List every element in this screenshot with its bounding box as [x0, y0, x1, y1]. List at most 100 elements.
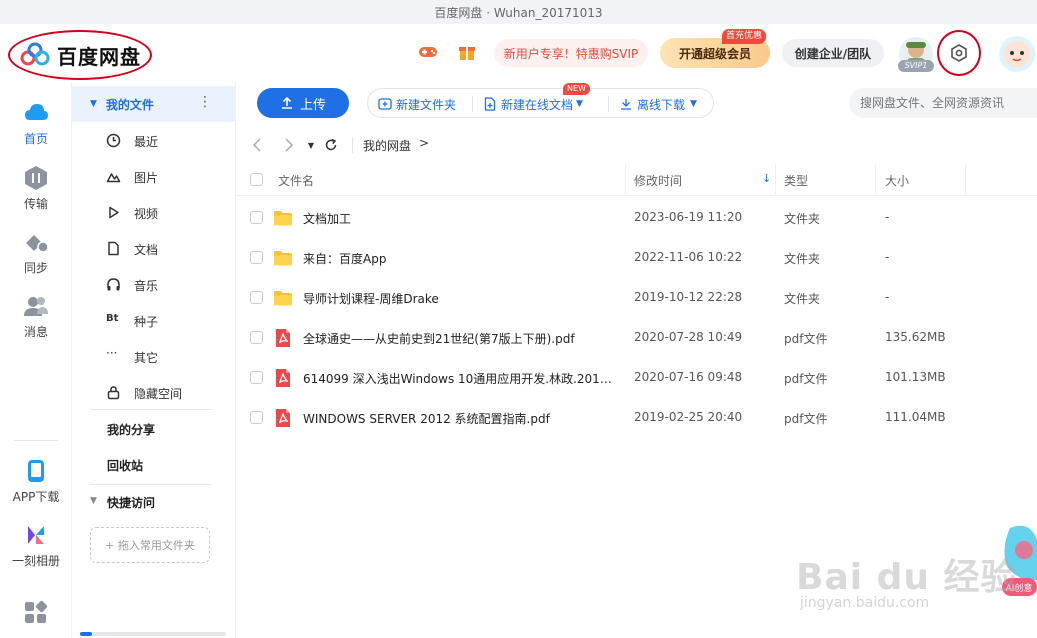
sidebar-item-recent[interactable]: 最近: [72, 122, 235, 158]
caret-down-icon[interactable]: ▼: [90, 496, 97, 506]
file-name[interactable]: 614099 深入浅出Windows 10通用应用开发.林政.2016.pdf: [303, 370, 615, 387]
nav-album[interactable]: 一刻相册: [0, 522, 72, 578]
refresh-button[interactable]: [322, 136, 340, 154]
table-row[interactable]: WINDOWS SERVER 2012 系统配置指南.pdf 2019-02-25…: [236, 398, 1037, 438]
table-header: 文件名 修改时间 ↓ 类型 大小: [236, 162, 1037, 196]
nav-divider: [14, 440, 58, 441]
file-size: -: [885, 250, 890, 264]
file-name[interactable]: 来自：百度App: [303, 250, 615, 267]
sidebar-item-label: 快捷访问: [107, 496, 156, 510]
sidebar-item-hidden-space[interactable]: 隐藏空间: [72, 374, 235, 410]
back-button[interactable]: [248, 136, 266, 154]
refresh-icon: [325, 138, 337, 151]
mascot-icon[interactable]: [995, 32, 1037, 76]
chevron-down-icon[interactable]: ▼: [576, 99, 583, 109]
drag-folder-dropzone[interactable]: + 拖入常用文件夹: [90, 527, 210, 563]
column-header-type[interactable]: 类型: [784, 172, 808, 189]
sidebar-item-videos[interactable]: 视频: [72, 194, 235, 230]
nav-app-download[interactable]: APP下载: [0, 458, 72, 514]
breadcrumb-chevron[interactable]: >: [419, 136, 429, 150]
folder-icon: [273, 208, 293, 228]
sidebar-item-other[interactable]: ··· 其它: [72, 338, 235, 374]
column-divider[interactable]: [625, 164, 626, 194]
offline-download-button[interactable]: 离线下载 ▼: [619, 95, 697, 113]
sidebar-item-label: 音乐: [134, 279, 159, 293]
sidebar-divider: [90, 409, 212, 410]
sidebar-divider: [90, 484, 212, 485]
file-name[interactable]: 文档加工: [303, 210, 615, 227]
settings-annotation-ring[interactable]: [937, 30, 981, 76]
sidebar-item-my-files[interactable]: ▼ 我的文件 ⋮: [72, 86, 235, 122]
nav-apps[interactable]: [0, 600, 72, 638]
logo-text: 百度网盘: [57, 44, 141, 69]
history-dropdown-button[interactable]: ▼: [302, 136, 320, 154]
column-divider[interactable]: [965, 164, 966, 194]
sort-desc-icon[interactable]: ↓: [762, 172, 771, 185]
row-checkbox[interactable]: [250, 251, 263, 264]
file-modified-time: 2019-02-25 20:40: [634, 410, 743, 424]
new-folder-button[interactable]: 新建文件夹: [378, 95, 456, 113]
sidebar-scrollbar[interactable]: [80, 632, 226, 636]
nav-label: APP下载: [12, 490, 60, 504]
table-row[interactable]: 全球通史——从史前史到21世纪(第7版上下册).pdf 2020-07-28 10…: [236, 318, 1037, 358]
nav-label: 一刻相册: [11, 554, 60, 568]
new-folder-label: 新建文件夹: [396, 97, 457, 112]
file-name[interactable]: 全球通史——从史前史到21世纪(第7版上下册).pdf: [303, 330, 615, 347]
upload-icon: [281, 96, 292, 109]
row-checkbox[interactable]: [250, 411, 263, 424]
forward-button[interactable]: [280, 136, 298, 154]
lock-icon: [107, 386, 120, 400]
file-name[interactable]: WINDOWS SERVER 2012 系统配置指南.pdf: [303, 410, 615, 427]
file-name[interactable]: 导师计划课程-周维Drake: [303, 290, 615, 307]
select-all-checkbox[interactable]: [250, 173, 263, 186]
album-icon: [28, 526, 44, 544]
row-checkbox[interactable]: [250, 291, 263, 304]
search-input[interactable]: [849, 88, 1037, 118]
column-header-size[interactable]: 大小: [885, 172, 909, 189]
caret-down-icon[interactable]: ▼: [90, 99, 97, 109]
upload-button[interactable]: 上传: [257, 88, 349, 118]
table-row[interactable]: 614099 深入浅出Windows 10通用应用开发.林政.2016.pdf 2…: [236, 358, 1037, 398]
left-navigation: 首页 传输 同步 消息 APP下载 一刻相册: [0, 82, 72, 638]
sidebar-item-recycle-bin[interactable]: 回收站: [107, 457, 143, 474]
chevron-down-icon[interactable]: ▼: [690, 99, 697, 109]
svip-promo-button[interactable]: 新用户专享！特惠购SVIP: [494, 39, 648, 67]
file-modified-time: 2019-10-12 22:28: [634, 290, 743, 304]
sidebar-item-documents[interactable]: 文档: [72, 230, 235, 266]
apps-grid-icon: [25, 600, 48, 623]
row-checkbox[interactable]: [250, 371, 263, 384]
gamepad-icon[interactable]: [418, 44, 438, 60]
add-doc-icon: [484, 97, 496, 111]
pdf-file-icon: [273, 408, 293, 428]
column-header-modified[interactable]: 修改时间: [634, 172, 682, 189]
sidebar-item-torrents[interactable]: Bt 种子: [72, 302, 235, 338]
column-divider[interactable]: [875, 164, 876, 194]
create-team-button[interactable]: 创建企业/团队: [782, 39, 884, 67]
table-row[interactable]: 来自：百度App 2022-11-06 10:22 文件夹 -: [236, 238, 1037, 278]
more-vertical-icon[interactable]: ⋮: [198, 94, 212, 110]
logo-annotation-ring[interactable]: 百度网盘: [8, 30, 152, 80]
nav-sync[interactable]: 同步: [0, 229, 72, 285]
column-divider[interactable]: [775, 164, 776, 194]
breadcrumb-root[interactable]: 我的网盘: [363, 137, 411, 154]
scrollbar-thumb[interactable]: [80, 632, 92, 636]
window-title: 百度网盘 · Wuhan_20171013: [434, 5, 603, 20]
table-row[interactable]: 导师计划课程-周维Drake 2019-10-12 22:28 文件夹 -: [236, 278, 1037, 318]
sidebar-item-images[interactable]: 图片: [72, 158, 235, 194]
row-checkbox[interactable]: [250, 331, 263, 344]
watermark-logo: Bai du 经验: [796, 557, 1018, 598]
gift-icon[interactable]: [458, 43, 476, 61]
settings-icon[interactable]: [950, 44, 968, 62]
nav-transfer[interactable]: 传输: [0, 165, 72, 221]
new-online-doc-button[interactable]: 新建在线文档 ▼: [483, 95, 583, 113]
file-category-sidebar: ▼ 我的文件 ⋮ 最近 图片 视频 文档 音乐 Bt 种子 ··· 其它 隐藏空…: [72, 82, 236, 638]
sidebar-item-music[interactable]: 音乐: [72, 266, 235, 302]
nav-messages[interactable]: 消息: [0, 293, 72, 349]
nav-home[interactable]: 首页: [0, 100, 72, 156]
column-header-name[interactable]: 文件名: [278, 172, 314, 189]
row-checkbox[interactable]: [250, 211, 263, 224]
table-row[interactable]: 文档加工 2023-06-19 11:20 文件夹 -: [236, 198, 1037, 238]
sidebar-quick-access[interactable]: ▼ 快捷访问: [72, 490, 235, 514]
sidebar-item-my-share[interactable]: 我的分享: [107, 421, 155, 438]
bt-icon: Bt: [106, 313, 119, 324]
